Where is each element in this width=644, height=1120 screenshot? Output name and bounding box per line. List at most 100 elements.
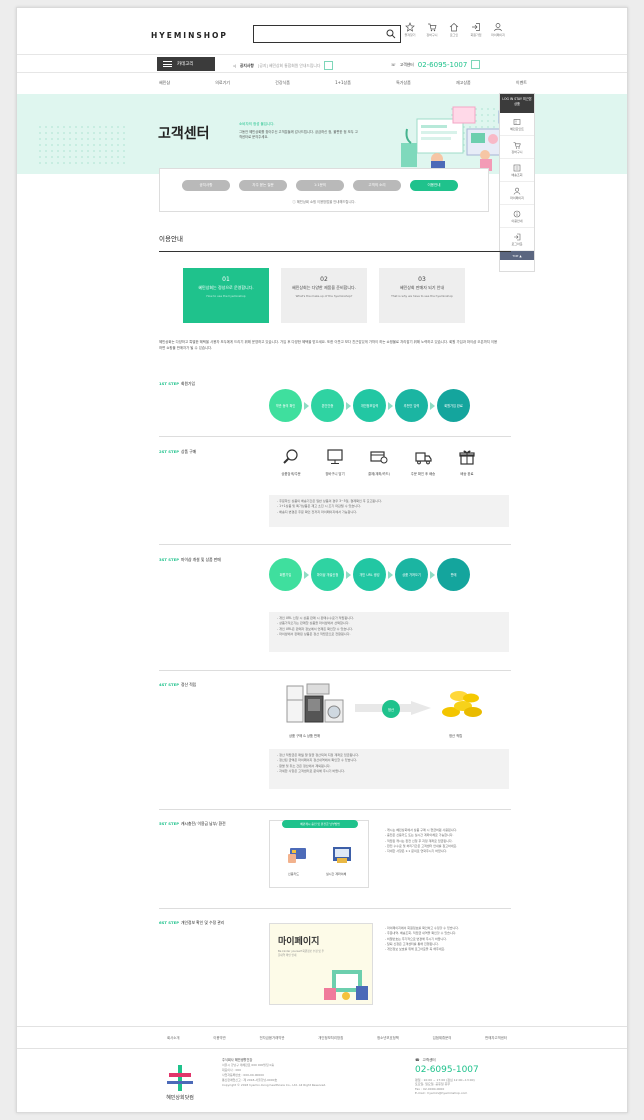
quick-item-mypage[interactable]: 마이페이지	[500, 182, 534, 205]
menu-item[interactable]: 이벤트	[516, 80, 527, 86]
footer-link[interactable]: 청소년보호정책	[377, 1035, 399, 1040]
footer-cs: ☎ 고객센터 02-6095-1007 평일 : 10:00 ~ 17:00 (점…	[415, 1058, 515, 1096]
quick-item-guide[interactable]: 이용안내	[500, 205, 534, 228]
step-title: 마이샵 개설 및 상품 판매	[181, 557, 221, 562]
notice-ticker[interactable]: ◁ 공지사항 [공지] 혜민상회 통합회원 안내드립니다	[233, 61, 334, 70]
step-1-flow: 약관 동의 확인 본인인증 개인정보입력 추천인 입력 회원가입 완료	[269, 389, 470, 422]
footer-link[interactable]: 판매자고객센터	[485, 1035, 507, 1040]
quick-item-cart[interactable]: 장바구니	[500, 136, 534, 159]
footer-link[interactable]: 개인정보처리방침	[318, 1035, 343, 1040]
copyright: Copyright © 2018 hyemin.living healthcar…	[222, 1083, 327, 1087]
purchase-step-label: 결제(계좌/카드)	[368, 472, 390, 476]
step-6-label: 6ST STEP 개인정보 확인 및 수정 관리	[159, 920, 259, 925]
top-icon-favorite[interactable]: 즐겨찾기	[401, 22, 419, 37]
step-tag: 4ST STEP	[159, 682, 179, 687]
step-3-flow: 회원가입 마이샵 개설신청 개인 URL 생성 상품 가져오기 판매	[269, 558, 470, 591]
menu-item[interactable]: 건강식품	[275, 80, 290, 86]
tab-inquiry[interactable]: 1:1문의	[296, 180, 344, 191]
tab-notice[interactable]: 공지사항	[182, 180, 230, 191]
hero-subtitle: 소비자의 정성 몰입니다.	[239, 122, 275, 126]
step-5-label: 5ST STEP 캐시충전/ 이용금 납부/ 환전	[159, 821, 259, 826]
top-icon-label: 로그인	[449, 33, 459, 37]
credit-card-icon	[288, 848, 306, 863]
step-title: 상품 구매	[181, 449, 197, 454]
step-title: 회원가입	[181, 381, 195, 386]
purchase-step: 상품검색/주문	[269, 448, 313, 476]
bank-transfer-icon	[333, 847, 351, 863]
menu-item[interactable]: 의료기기	[215, 80, 230, 86]
cs-tab-box: 공지사항 자주 묻는 질문 1:1문의 고객의 소리 이용안내 ⓘ 혜민상회 쇼…	[159, 168, 489, 212]
top-icon-join[interactable]: 회원가입	[467, 22, 485, 37]
flow-circle: 본인인증	[311, 389, 344, 422]
quick-item-point[interactable]: 혜민포인트	[500, 113, 534, 136]
brand-mark-icon	[167, 1065, 193, 1091]
footer-logo-text: 혜민상회닷컴	[166, 1095, 194, 1101]
menu-item[interactable]: 특가상품	[396, 80, 411, 86]
tab-faq[interactable]: 자주 묻는 질문	[239, 180, 287, 191]
settle-caption-right: 정산 적립	[449, 734, 463, 738]
note-line: - 마이샵에서 판매된 상품은 정산 적립금으로 전환됩니다.	[277, 631, 351, 636]
quick-item-delivery[interactable]: 배송조회	[500, 159, 534, 182]
notice-text[interactable]: [공지] 혜민상회 통합회원 안내드립니다	[258, 63, 320, 69]
truck-icon	[513, 164, 521, 171]
footer-link[interactable]: 회사소개	[167, 1035, 179, 1040]
note-line: - 자세한 사항은 1:1 문의로 연락주시기 바랍니다.	[385, 849, 448, 854]
coupon-icon	[513, 118, 521, 125]
guide-box-text: 혜민상회 판매자 되기 안내	[399, 285, 445, 290]
notice-more-icon[interactable]	[324, 61, 334, 70]
quick-menu-header: LOG IN STAY 최근본상품	[500, 94, 534, 113]
purchase-step-label: 상품검색/주문	[281, 472, 301, 476]
step-5-notes: - 캐시는 혜민상회에서 상품 구매 시 현금처럼 사용됩니다. - 충전은 신…	[385, 828, 509, 854]
top-icon-cart[interactable]: 장바구니	[423, 22, 441, 37]
menu-item[interactable]: 혜민샵	[159, 80, 170, 86]
tab-guide[interactable]: 이용안내	[410, 180, 458, 191]
search-icon[interactable]	[386, 29, 396, 39]
payment-method-box: 혜민캐시 충전 및 환전금 납부방법 신용카드 실시간 계좌이체	[269, 820, 369, 888]
note-line: - 자세한 사항은 고객센터로 문의해 주시기 바랍니다.	[277, 768, 345, 773]
guide-box-sub: That is why we have to see the hyeminsho…	[391, 294, 453, 298]
nav-bar: 카테고리 ◁ 공지사항 [공지] 혜민상회 통합회원 안내드립니다 ☏ 고객센터…	[17, 54, 627, 73]
footer-logo[interactable]: 혜민상회닷컴	[159, 1063, 201, 1107]
step-title: 개인정보 확인 및 수정 관리	[181, 920, 225, 925]
card-icon	[370, 451, 388, 464]
step-title: 캐시충전/ 이용금 납부/ 환전	[181, 821, 226, 826]
top-utility-icons: 즐겨찾기 장바구니 로그인 회원가입 마이페이지	[401, 22, 507, 37]
category-button[interactable]: 카테고리	[157, 57, 215, 71]
top-icon-mypage[interactable]: 마이페이지	[489, 22, 507, 37]
menu-item[interactable]: 재고상품	[456, 80, 471, 86]
hero-banner: 고객센터 소비자의 정성 몰입니다. 그동안 혜민상회를 찾아주신 고객분들께 …	[17, 94, 627, 174]
quick-item-label: 로그아웃	[511, 241, 523, 246]
arrow-icon	[304, 570, 309, 579]
guide-box-text: 혜민상회는 다양한 제품을 준비합니다.	[292, 285, 356, 290]
step-tag: 2ST STEP	[159, 449, 179, 454]
quick-item-label: 이용안내	[511, 218, 523, 223]
tab-voice[interactable]: 고객의 소리	[353, 180, 401, 191]
guide-box-2: 02 혜민상회는 다양한 제품을 준비합니다. What's the make-…	[281, 268, 367, 323]
tel-more-icon[interactable]	[471, 60, 481, 69]
quick-item-logout[interactable]: 로그아웃	[500, 228, 534, 251]
step-divider	[159, 809, 511, 810]
arrow-icon	[430, 401, 435, 410]
menu-item[interactable]: 1+1상품	[335, 80, 351, 86]
shopping-illustration	[324, 970, 368, 1000]
footer-link[interactable]: 전자금융거래약관	[260, 1035, 285, 1040]
info-icon	[513, 210, 521, 217]
top-icon-login[interactable]: 로그인	[445, 22, 463, 37]
guide-box-sub: How to use the hyeminshop	[206, 294, 246, 298]
quick-item-label: 마이페이지	[510, 195, 524, 200]
user-icon	[513, 187, 521, 195]
top-button[interactable]: TOP ▲	[500, 251, 534, 260]
arrow-icon	[304, 401, 309, 410]
footer-divider	[17, 1048, 627, 1049]
flow-circle: 개인정보입력	[353, 389, 386, 422]
guide-box-number: 01	[222, 276, 230, 283]
step-divider	[159, 436, 511, 437]
headset-icon: ☎	[415, 1058, 420, 1062]
site-logo[interactable]: HYEMINSHOP	[151, 31, 228, 40]
footer-link[interactable]: 입점제휴문의	[433, 1035, 452, 1040]
purchase-step: 주문 확인 후 배송	[401, 448, 445, 476]
mypage-preview: 마이페이지 Be kinder yourself 회원정보 수정 및 주문내역 …	[269, 923, 373, 1005]
footer-link[interactable]: 이용약관	[213, 1035, 225, 1040]
search-input[interactable]	[253, 25, 401, 43]
purchase-step: 결제(계좌/카드)	[357, 448, 401, 476]
